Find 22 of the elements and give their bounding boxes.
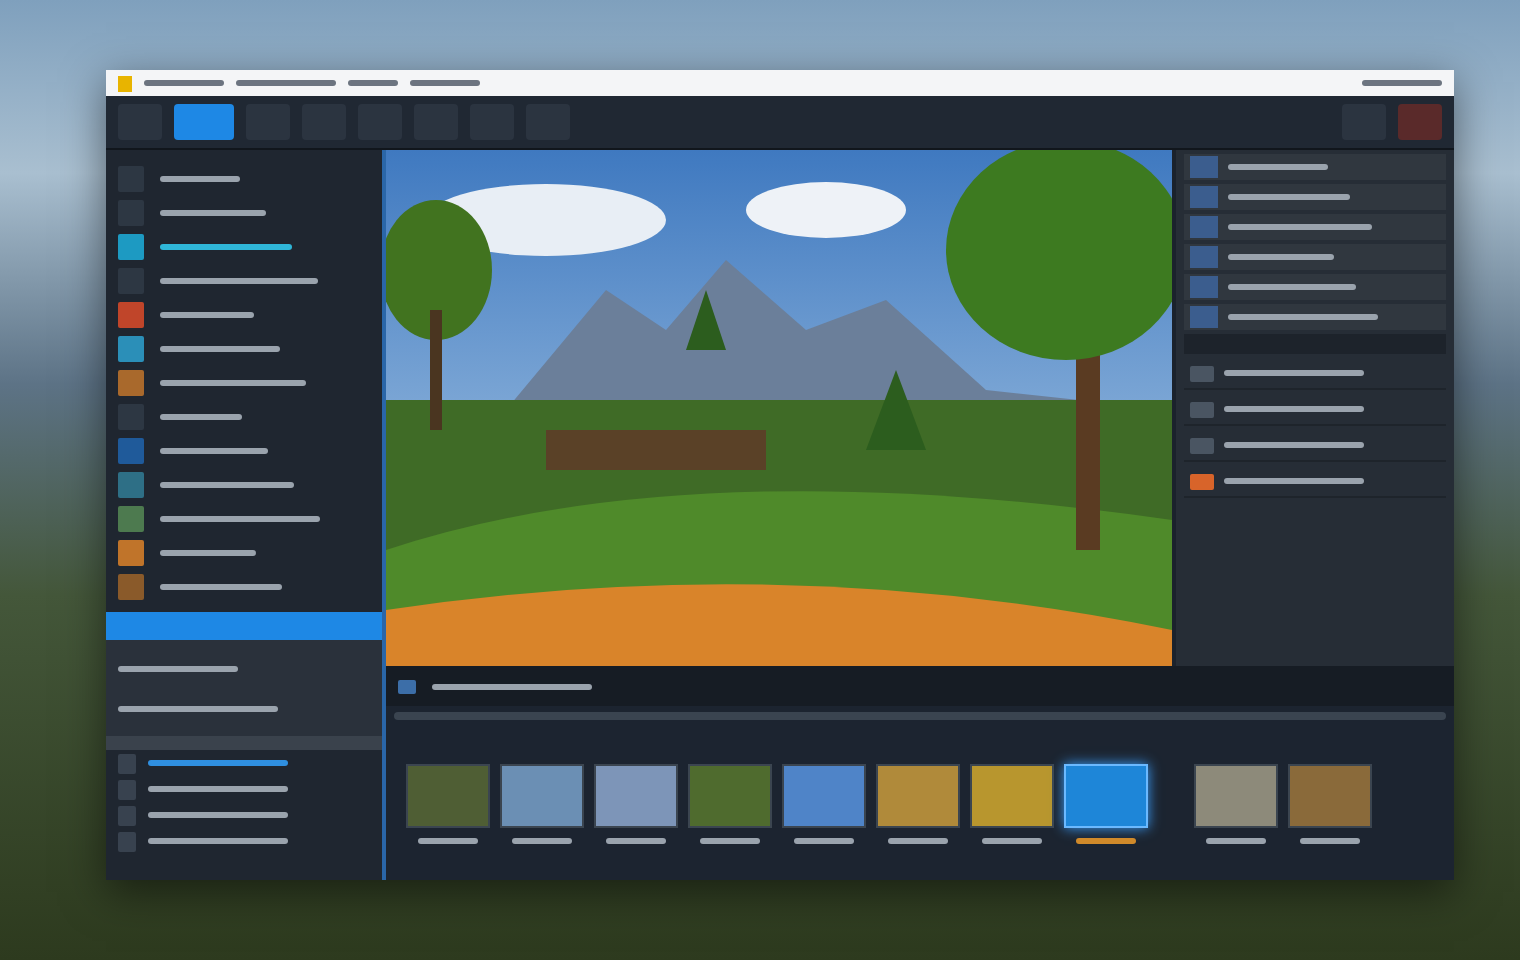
thumbnail[interactable] bbox=[876, 763, 960, 843]
thumbnail[interactable] bbox=[500, 763, 584, 843]
layer-row[interactable] bbox=[1184, 184, 1446, 210]
label-line bbox=[118, 665, 238, 671]
thumbnail[interactable] bbox=[406, 763, 490, 843]
menu-line bbox=[236, 80, 336, 86]
thumbnail[interactable] bbox=[1194, 763, 1278, 843]
menu-line bbox=[348, 80, 398, 86]
layer-row[interactable] bbox=[1184, 244, 1446, 270]
layer-row[interactable] bbox=[1184, 154, 1446, 180]
thumbnail[interactable] bbox=[594, 763, 678, 843]
thumbnail[interactable] bbox=[970, 763, 1054, 843]
layer-row[interactable] bbox=[1184, 304, 1446, 330]
layer-row[interactable] bbox=[1184, 214, 1446, 240]
menu-line bbox=[410, 80, 480, 86]
thumbnail[interactable] bbox=[688, 763, 772, 843]
thumbnail[interactable] bbox=[1288, 763, 1372, 843]
app-icon bbox=[118, 75, 132, 91]
thumbnail[interactable] bbox=[782, 763, 866, 843]
layer-row[interactable] bbox=[1184, 274, 1446, 300]
title-line bbox=[144, 80, 224, 86]
thumbnail[interactable] bbox=[1064, 763, 1148, 843]
